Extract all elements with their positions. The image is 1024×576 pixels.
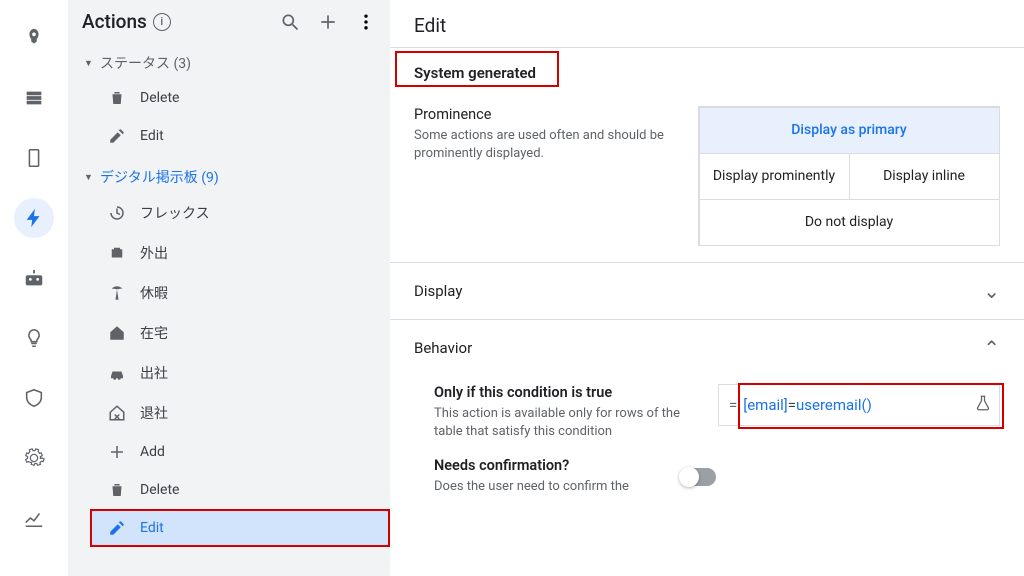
main-pane: Edit System generated Prominence Some ac… [390,0,1024,576]
flask-icon[interactable] [974,394,992,416]
expr-field: [email] [743,396,788,414]
rail-shield-icon[interactable] [14,378,54,418]
item-label: 休暇 [140,283,168,303]
group-label: ステータス (3) [100,53,191,73]
prominence-options: Display as primary Display prominently D… [698,106,1000,246]
action-vacation[interactable]: 休暇 [90,273,390,313]
item-label: フレックス [140,203,210,223]
display-section[interactable]: Display ⌄ [390,263,1024,319]
action-out[interactable]: 外出 [90,233,390,273]
actions-sidebar: Actions i ▼ ステータス (3) Delete Edit [68,0,390,576]
group-digital-board[interactable]: ▼ デジタル掲示板 (9) [84,163,390,191]
condition-title: Only if this condition is true [434,384,694,401]
prominence-primary[interactable]: Display as primary [699,107,1000,154]
prominence-inline[interactable]: Display inline [849,153,1000,200]
rail-robot-icon[interactable] [14,258,54,298]
rail-device-icon[interactable] [14,138,54,178]
prominence-none[interactable]: Do not display [699,199,1000,246]
chevron-down-icon: ⌄ [983,279,1000,303]
section-label: Display [414,282,462,300]
actions-tree: ▼ ステータス (3) Delete Edit ▼ デジタル掲示板 (9) [68,43,390,549]
action-commute[interactable]: 出社 [90,353,390,393]
item-label: Edit [140,128,164,144]
chevron-down-icon: ▼ [84,58,96,69]
action-edit[interactable]: Edit [90,117,390,155]
prominence-sub: Some actions are used often and should b… [414,127,674,163]
chevron-down-icon: ▼ [84,172,96,183]
action-edit-2[interactable]: Edit [90,509,390,547]
expr-fn: useremail() [796,396,872,414]
item-label: 退社 [140,403,168,423]
item-label: Delete [140,482,179,498]
confirm-title: Needs confirmation? [434,457,629,474]
group-label: デジタル掲示板 (9) [100,167,219,187]
rail-gear-icon[interactable] [14,438,54,478]
rail-database-icon[interactable] [14,78,54,118]
confirm-toggle[interactable] [680,468,716,486]
prominence-title: Prominence [414,106,674,123]
search-icon[interactable] [280,12,300,32]
action-delete-2[interactable]: Delete [90,471,390,509]
system-generated-header[interactable]: System generated [390,48,1024,98]
item-label: 外出 [140,243,168,263]
rail-launch-icon[interactable] [14,18,54,58]
item-label: 在宅 [140,323,168,343]
chevron-up-icon: ⌃ [983,336,1000,360]
add-icon[interactable] [318,12,338,32]
condition-expression-input[interactable]: = [email] = useremail() [718,384,1000,426]
nav-rail [0,0,68,576]
item-label: 出社 [140,363,168,383]
action-add[interactable]: Add [90,433,390,471]
rail-bolt-icon[interactable] [14,198,54,238]
more-icon[interactable] [356,12,376,32]
action-leave[interactable]: 退社 [90,393,390,433]
info-icon[interactable]: i [153,13,171,31]
expr-op: = [788,396,796,414]
section-label: Behavior [414,339,472,357]
condition-sub: This action is available only for rows o… [434,405,694,441]
rail-bulb-icon[interactable] [14,318,54,358]
group-status[interactable]: ▼ ステータス (3) [84,49,390,77]
action-delete[interactable]: Delete [90,79,390,117]
action-home[interactable]: 在宅 [90,313,390,353]
item-label: Delete [140,90,179,106]
sidebar-title-text: Actions [82,10,147,33]
rail-chart-icon[interactable] [14,498,54,538]
action-flex[interactable]: フレックス [90,193,390,233]
prominence-prominently[interactable]: Display prominently [699,153,850,200]
sidebar-title: Actions i [82,10,270,33]
page-title: Edit [390,0,1024,47]
section-label: System generated [414,64,536,82]
item-label: Add [140,444,165,460]
behavior-section[interactable]: Behavior ⌃ [390,320,1024,376]
item-label: Edit [140,520,164,536]
confirm-sub: Does the user need to confirm the [434,478,629,496]
